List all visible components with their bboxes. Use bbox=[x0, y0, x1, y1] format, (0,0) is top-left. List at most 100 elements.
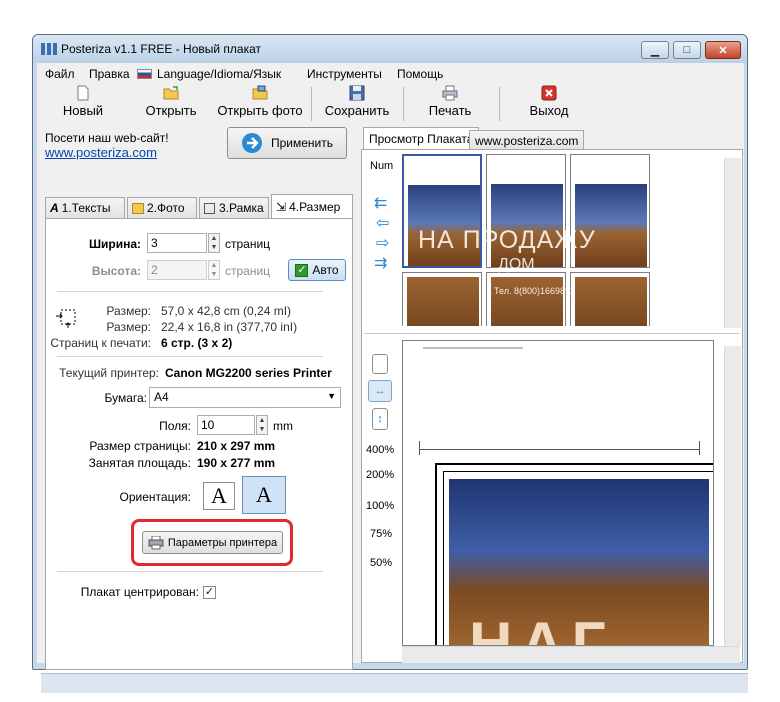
width-spinner[interactable]: ▲ ▼ bbox=[208, 233, 220, 253]
russian-flag-icon bbox=[137, 69, 152, 79]
menu-tools[interactable]: Инструменты bbox=[307, 67, 382, 81]
open-folder-icon bbox=[163, 86, 179, 100]
tab-texts[interactable]: A 1.Тексты bbox=[45, 197, 125, 218]
page-preview: НАГ bbox=[402, 340, 714, 646]
height-unit: страниц bbox=[225, 264, 271, 278]
divider bbox=[57, 571, 323, 572]
open-button[interactable]: Открыть bbox=[141, 83, 201, 127]
zoom-100[interactable]: 100% bbox=[366, 500, 394, 512]
menu-language[interactable]: Language/Idioma/Язык bbox=[157, 67, 281, 81]
website-link[interactable]: www.posteriza.com bbox=[45, 145, 157, 160]
print-button[interactable]: Печать bbox=[425, 83, 475, 127]
tab-website[interactable]: www.posteriza.com bbox=[469, 130, 585, 150]
zoom-75[interactable]: 75% bbox=[370, 528, 392, 540]
minimize-button[interactable]: ▁ bbox=[641, 41, 669, 59]
tab-size[interactable]: ⇲ 4.Размер bbox=[271, 194, 353, 219]
save-disk-icon bbox=[349, 85, 365, 101]
arrow-right-double-icon[interactable]: ⇉ bbox=[374, 256, 387, 272]
tile-photo bbox=[407, 277, 479, 326]
fit-width-button[interactable]: ↔ bbox=[368, 380, 392, 402]
app-icon bbox=[41, 43, 57, 55]
poster-subtitle: ДОМ bbox=[498, 256, 535, 273]
poster-tile[interactable] bbox=[402, 272, 482, 326]
close-button[interactable]: ✕ bbox=[705, 41, 741, 59]
exit-icon bbox=[541, 85, 557, 101]
orientation-portrait[interactable]: A bbox=[242, 476, 286, 514]
exit-label: Выход bbox=[529, 103, 569, 118]
divider bbox=[57, 291, 323, 292]
margins-unit: mm bbox=[273, 419, 293, 433]
tab-poster-preview-label: Просмотр Плаката bbox=[369, 132, 474, 146]
checkmark-icon: ✓ bbox=[204, 586, 215, 598]
tile-photo bbox=[575, 277, 647, 326]
spin-up-icon: ▲ bbox=[210, 235, 218, 242]
zoom-400[interactable]: 400% bbox=[366, 444, 394, 456]
spin-down-icon: ▼ bbox=[210, 244, 218, 251]
orientation-landscape[interactable]: A bbox=[203, 482, 235, 510]
tab-photo-label: 2.Фото bbox=[147, 201, 185, 215]
menu-help[interactable]: Помощь bbox=[397, 67, 443, 81]
open-label: Открыть bbox=[145, 103, 197, 118]
spin-up-icon: ▲ bbox=[258, 417, 266, 424]
title-bar[interactable]: Posteriza v1.1 FREE - Новый плакат ▁ □ ✕ bbox=[33, 35, 747, 63]
tab-photo[interactable]: 2.Фото bbox=[127, 197, 197, 218]
poster-tile[interactable] bbox=[486, 272, 566, 326]
spin-down-icon: ▼ bbox=[210, 271, 218, 278]
open-photo-button[interactable]: Открыть фото bbox=[215, 83, 305, 127]
new-button[interactable]: Новый bbox=[61, 83, 105, 127]
poster-headline: НА ПРОДАЖУ bbox=[418, 226, 596, 254]
paper-select[interactable]: A4 ▼ bbox=[149, 387, 341, 408]
zoom-50[interactable]: 50% bbox=[370, 557, 392, 569]
toolbar-separator bbox=[499, 87, 500, 121]
menu-file[interactable]: Файл bbox=[45, 67, 75, 81]
window-title: Posteriza v1.1 FREE - Новый плакат bbox=[61, 42, 262, 56]
printer-icon bbox=[442, 85, 458, 101]
divider bbox=[57, 356, 323, 357]
height-spinner[interactable]: ▲ ▼ bbox=[208, 260, 220, 280]
paper-select-value: A4 bbox=[154, 390, 169, 404]
margins-spinner[interactable]: ▲ ▼ bbox=[256, 415, 268, 435]
height-input[interactable]: 2 bbox=[147, 260, 207, 280]
spin-down-icon: ▼ bbox=[258, 426, 266, 433]
zoom-200[interactable]: 200% bbox=[366, 469, 394, 481]
centered-checkbox[interactable]: ✓ bbox=[203, 586, 216, 599]
width-unit: страниц bbox=[225, 237, 271, 251]
auto-button[interactable]: ✓ Авто bbox=[288, 259, 346, 281]
toolbar-separator bbox=[311, 87, 312, 121]
frame-tab-icon bbox=[204, 202, 215, 214]
centered-label: Плакат центрирован: bbox=[80, 585, 199, 599]
new-file-icon bbox=[77, 85, 89, 101]
fit-height-button[interactable]: ↕ bbox=[372, 408, 388, 430]
print-label: Печать bbox=[428, 103, 472, 118]
arrow-left-icon[interactable]: ⇦ bbox=[376, 216, 389, 232]
page-scrollbar-horizontal[interactable] bbox=[402, 646, 740, 663]
spin-up-icon: ▲ bbox=[210, 262, 218, 269]
tab-poster-preview[interactable]: Просмотр Плаката bbox=[363, 127, 480, 150]
num-label: Num bbox=[370, 160, 394, 172]
arrow-right-icon[interactable]: ⇨ bbox=[376, 236, 389, 252]
margins-input[interactable]: 10 bbox=[197, 415, 255, 435]
zoom-page-button[interactable] bbox=[372, 354, 388, 374]
save-label: Сохранить bbox=[324, 103, 390, 118]
save-button[interactable]: Сохранить bbox=[319, 83, 395, 127]
divider bbox=[364, 333, 740, 334]
printer-params-button[interactable]: Параметры принтера bbox=[142, 531, 283, 554]
tab-frame[interactable]: 3.Рамка bbox=[199, 197, 269, 218]
arrow-left-double-icon[interactable]: ⇇ bbox=[374, 196, 387, 212]
page-header-mark bbox=[423, 347, 523, 349]
texts-tab-icon: A bbox=[50, 201, 59, 215]
arrow-right-icon bbox=[241, 133, 262, 153]
tab-size-label: 4.Размер bbox=[289, 200, 341, 214]
maximize-button[interactable]: □ bbox=[673, 41, 701, 59]
height-label: Высота: bbox=[91, 264, 141, 278]
minimize-icon: ▁ bbox=[650, 44, 660, 57]
page-scrollbar-vertical[interactable] bbox=[724, 346, 741, 646]
exit-button[interactable]: Выход bbox=[527, 83, 571, 127]
preview-scrollbar[interactable] bbox=[724, 158, 741, 328]
fit-width-icon: ↔ bbox=[374, 385, 386, 397]
poster-tile[interactable] bbox=[570, 272, 650, 326]
apply-button[interactable]: Применить bbox=[227, 127, 347, 159]
menu-edit[interactable]: Правка bbox=[89, 67, 130, 81]
chevron-down-icon: ▼ bbox=[327, 391, 336, 401]
width-input[interactable]: 3 bbox=[147, 233, 207, 253]
